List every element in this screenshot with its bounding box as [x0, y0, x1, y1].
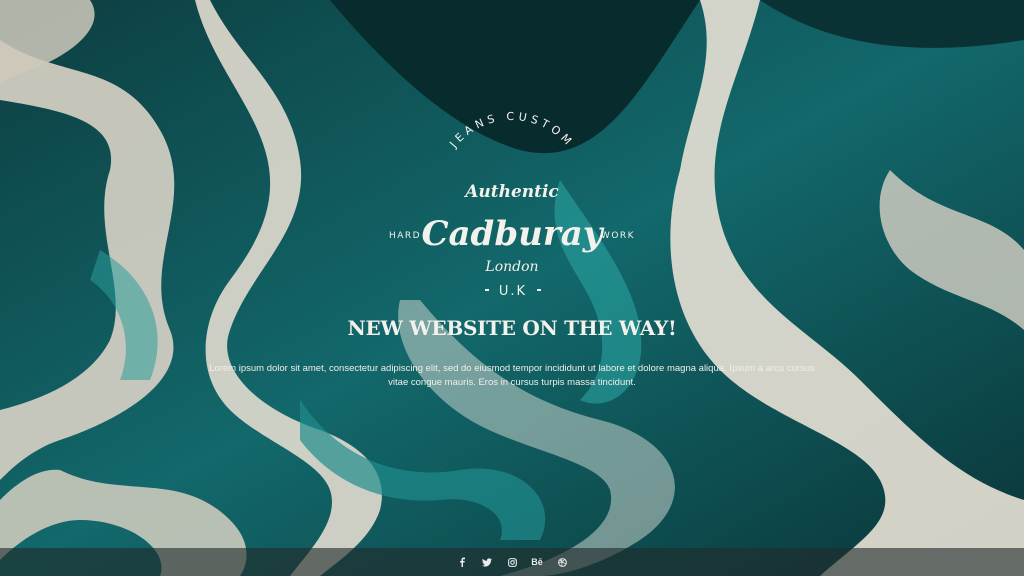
logo-city: London — [484, 259, 538, 275]
logo-tagline: Authentic — [463, 182, 559, 202]
intro-paragraph: Lorem ipsum dolor sit amet, consectetur … — [209, 363, 815, 388]
logo-name: Cadburay — [421, 214, 604, 254]
footer-social-bar: Bē — [0, 548, 1024, 576]
facebook-icon[interactable] — [456, 556, 469, 569]
behance-icon[interactable]: Bē — [531, 556, 544, 569]
logo-arc-text: JEANS CUSTOM — [446, 110, 576, 151]
instagram-icon[interactable] — [506, 556, 519, 569]
logo-country: U.K — [499, 284, 527, 299]
brand-logo: JEANS CUSTOM Authentic HARD Cadburay WOR… — [389, 110, 635, 299]
twitter-icon[interactable] — [481, 556, 494, 569]
logo-right-word: WORK — [601, 231, 635, 241]
dribbble-icon[interactable] — [556, 556, 569, 569]
logo-left-word: HARD — [389, 231, 421, 241]
page-headline: NEW WEBSITE ON THE WAY! — [347, 316, 677, 340]
